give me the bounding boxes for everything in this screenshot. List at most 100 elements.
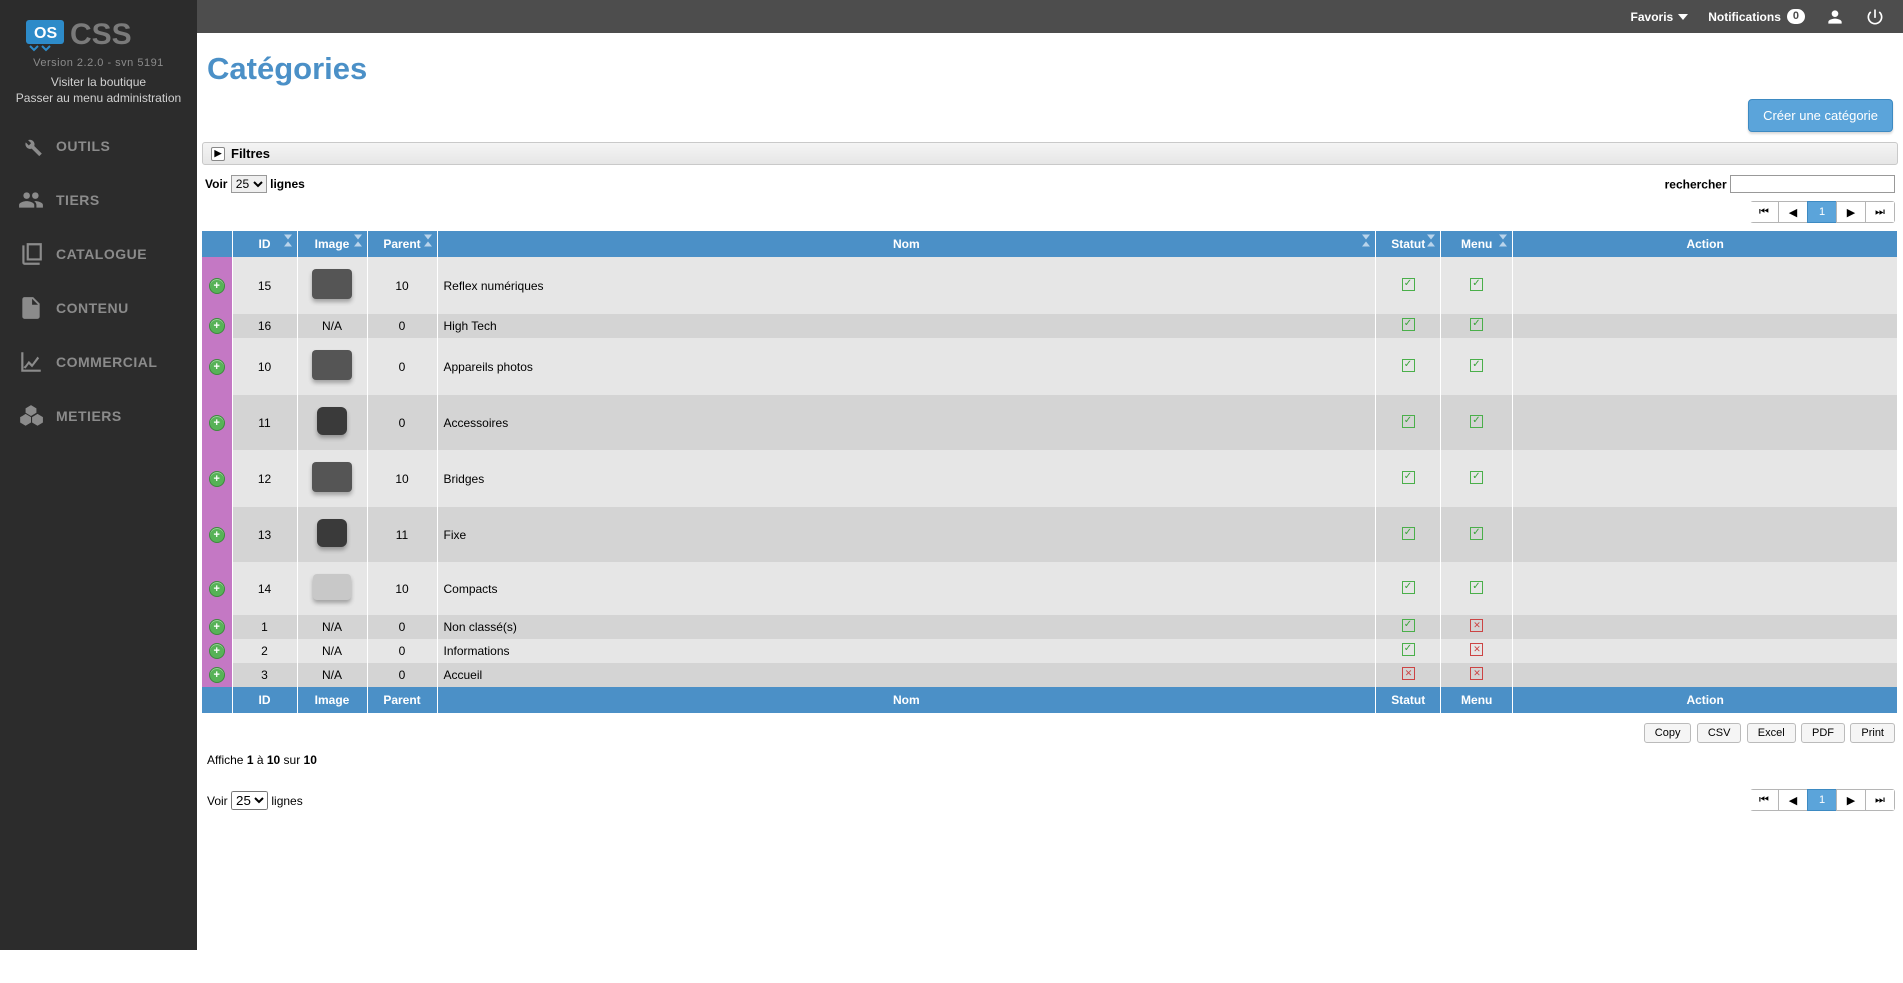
add-icon[interactable]: + bbox=[209, 278, 225, 294]
table-row[interactable]: +3N/A0Accueil bbox=[202, 663, 1898, 687]
th-id[interactable]: ID bbox=[232, 231, 297, 257]
sidebar-item-commercial[interactable]: COMMERCIAL bbox=[0, 335, 197, 389]
pager-next[interactable]: ▶ bbox=[1836, 201, 1866, 223]
export-print-button[interactable]: Print bbox=[1850, 723, 1895, 743]
th-menu[interactable]: Menu bbox=[1441, 231, 1513, 257]
th-name[interactable]: Nom bbox=[437, 231, 1376, 257]
table-row[interactable]: +2N/A0Informations bbox=[202, 639, 1898, 663]
cell-image: N/A bbox=[297, 639, 367, 663]
pager-prev[interactable]: ◀ bbox=[1778, 789, 1808, 811]
sidebar-item-contenu[interactable]: CONTENU bbox=[0, 281, 197, 335]
cell-action bbox=[1513, 314, 1898, 338]
favoris-dropdown[interactable]: Favoris bbox=[1631, 10, 1689, 24]
add-icon[interactable]: + bbox=[209, 415, 225, 431]
admin-menu-link[interactable]: Passer au menu administration bbox=[0, 91, 197, 105]
menu-check-icon[interactable] bbox=[1470, 359, 1483, 372]
page-size-select-bottom[interactable]: 25 bbox=[231, 791, 268, 810]
export-copy-button[interactable]: Copy bbox=[1644, 723, 1692, 743]
pager-last[interactable]: ⏭ bbox=[1865, 201, 1895, 223]
menu-check-icon[interactable] bbox=[1470, 471, 1483, 484]
status-check-icon[interactable] bbox=[1402, 527, 1415, 540]
table-row[interactable]: +1510Reflex numériques bbox=[202, 257, 1898, 314]
pager-page[interactable]: 1 bbox=[1807, 789, 1837, 811]
status-check-icon[interactable] bbox=[1402, 643, 1415, 656]
table-row[interactable]: +110Accessoires bbox=[202, 395, 1898, 450]
add-icon[interactable]: + bbox=[209, 359, 225, 375]
page-size-select[interactable]: 25 bbox=[231, 175, 267, 193]
status-check-icon[interactable] bbox=[1402, 471, 1415, 484]
search-input[interactable] bbox=[1730, 175, 1895, 193]
filters-toggle-icon[interactable]: ▶ bbox=[211, 147, 225, 161]
cell-id: 14 bbox=[232, 562, 297, 615]
menu-check-icon[interactable] bbox=[1470, 318, 1483, 331]
cell-menu bbox=[1441, 615, 1513, 639]
cell-id: 10 bbox=[232, 338, 297, 395]
table-row[interactable]: +16N/A0High Tech bbox=[202, 314, 1898, 338]
status-check-icon[interactable] bbox=[1402, 278, 1415, 291]
pager-first[interactable]: ⏮ bbox=[1750, 789, 1779, 811]
status-check-icon[interactable] bbox=[1402, 318, 1415, 331]
add-icon[interactable]: + bbox=[209, 643, 225, 659]
table-row[interactable]: +1N/A0Non classé(s) bbox=[202, 615, 1898, 639]
sidebar: OS CSS Version 2.2.0 - svn 5191 Visiter … bbox=[0, 0, 197, 950]
user-icon[interactable] bbox=[1825, 7, 1845, 27]
status-check-icon[interactable] bbox=[1402, 619, 1415, 632]
menu-cross-icon[interactable] bbox=[1470, 667, 1483, 680]
status-check-icon[interactable] bbox=[1402, 415, 1415, 428]
table-row[interactable]: +100Appareils photos bbox=[202, 338, 1898, 395]
menu-check-icon[interactable] bbox=[1470, 527, 1483, 540]
tf-handle bbox=[202, 687, 232, 713]
th-image[interactable]: Image bbox=[297, 231, 367, 257]
add-icon[interactable]: + bbox=[209, 471, 225, 487]
sidebar-item-outils[interactable]: OUTILS bbox=[0, 119, 197, 173]
sidebar-nav: OUTILS TIERS CATALOGUE CONTENU COMMERCIA… bbox=[0, 119, 197, 443]
filters-bar[interactable]: ▶ Filtres bbox=[202, 142, 1898, 165]
pager-first[interactable]: ⏮ bbox=[1750, 201, 1779, 223]
status-cross-icon[interactable] bbox=[1402, 667, 1415, 680]
menu-cross-icon[interactable] bbox=[1470, 619, 1483, 632]
notifications-link[interactable]: Notifications 0 bbox=[1708, 9, 1805, 24]
add-icon[interactable]: + bbox=[209, 318, 225, 334]
table-row[interactable]: +1311Fixe bbox=[202, 507, 1898, 562]
cell-image bbox=[297, 257, 367, 314]
cell-image: N/A bbox=[297, 615, 367, 639]
add-icon[interactable]: + bbox=[209, 619, 225, 635]
th-status[interactable]: Statut bbox=[1376, 231, 1441, 257]
menu-check-icon[interactable] bbox=[1470, 581, 1483, 594]
table-row[interactable]: +1210Bridges bbox=[202, 450, 1898, 507]
menu-check-icon[interactable] bbox=[1470, 415, 1483, 428]
visit-shop-link[interactable]: Visiter la boutique bbox=[0, 75, 197, 89]
export-excel-button[interactable]: Excel bbox=[1747, 723, 1796, 743]
cell-id: 2 bbox=[232, 639, 297, 663]
cell-parent: 0 bbox=[367, 639, 437, 663]
tf-status: Statut bbox=[1376, 687, 1441, 713]
pager-next[interactable]: ▶ bbox=[1836, 789, 1866, 811]
add-icon[interactable]: + bbox=[209, 527, 225, 543]
add-icon[interactable]: + bbox=[209, 667, 225, 683]
menu-check-icon[interactable] bbox=[1470, 278, 1483, 291]
status-check-icon[interactable] bbox=[1402, 359, 1415, 372]
power-icon[interactable] bbox=[1865, 7, 1885, 27]
pager-last[interactable]: ⏭ bbox=[1865, 789, 1895, 811]
sidebar-item-catalogue[interactable]: CATALOGUE bbox=[0, 227, 197, 281]
menu-cross-icon[interactable] bbox=[1470, 643, 1483, 656]
tf-image: Image bbox=[297, 687, 367, 713]
create-category-button[interactable]: Créer une catégorie bbox=[1748, 99, 1893, 132]
status-check-icon[interactable] bbox=[1402, 581, 1415, 594]
cell-status bbox=[1376, 338, 1441, 395]
th-parent[interactable]: Parent bbox=[367, 231, 437, 257]
sidebar-item-label: METIERS bbox=[56, 408, 122, 424]
categories-table: ID Image Parent Nom Statut Menu Action +… bbox=[202, 231, 1898, 713]
sidebar-item-tiers[interactable]: TIERS bbox=[0, 173, 197, 227]
add-icon[interactable]: + bbox=[209, 581, 225, 597]
sidebar-item-label: CONTENU bbox=[56, 300, 129, 316]
category-thumbnail bbox=[312, 350, 352, 380]
export-pdf-button[interactable]: PDF bbox=[1801, 723, 1845, 743]
table-row[interactable]: +1410Compacts bbox=[202, 562, 1898, 615]
category-thumbnail bbox=[312, 269, 352, 299]
export-csv-button[interactable]: CSV bbox=[1697, 723, 1742, 743]
pager-page[interactable]: 1 bbox=[1807, 201, 1837, 223]
sidebar-item-metiers[interactable]: METIERS bbox=[0, 389, 197, 443]
pager-prev[interactable]: ◀ bbox=[1778, 201, 1808, 223]
category-thumbnail bbox=[312, 462, 352, 492]
